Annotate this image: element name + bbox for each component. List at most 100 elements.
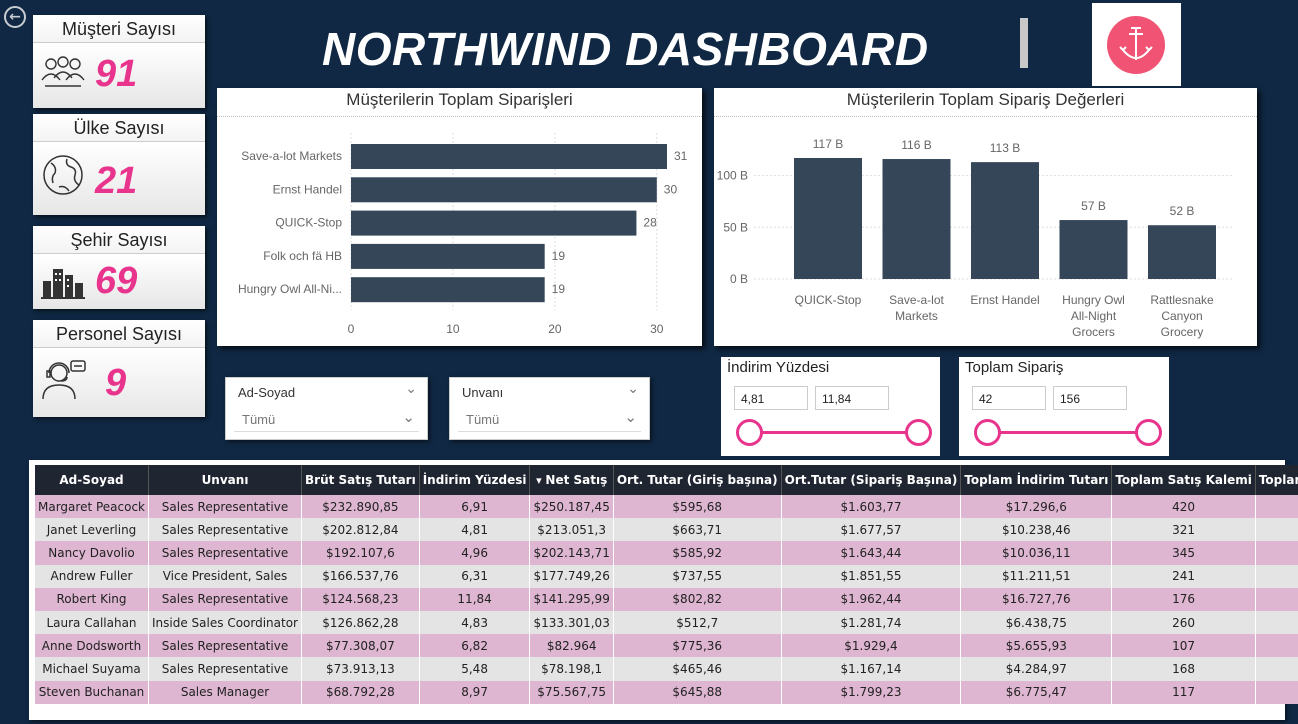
column-header[interactable]: Brüt Satış Tutarı [301, 465, 420, 495]
table-cell: 43 [1255, 634, 1298, 658]
range-max-handle[interactable] [905, 419, 932, 446]
table-row[interactable]: Nancy Davolio Sales Representative $192.10… [35, 541, 1298, 565]
range-min-input[interactable]: 4,81 [734, 386, 808, 410]
column-header[interactable]: Toplam Sipariş [1255, 465, 1298, 495]
bar[interactable] [351, 177, 657, 203]
data-label: 57 B [1081, 199, 1106, 213]
slicer-name[interactable]: Ad-Soyad ⌄ Tümü ⌄ [225, 377, 428, 440]
range-track[interactable] [749, 431, 919, 434]
x-category-label: Save-a-lot [889, 293, 944, 307]
table-cell: 156 [1255, 495, 1298, 519]
orders-bar-chart: 0 10 20 30 Save-a-lot Markets 31 Ernst Handel 3… [238, 133, 688, 336]
column-header[interactable]: Ort.Tutar (Sipariş Başına) [781, 465, 962, 495]
kpi-label: Şehir Sayısı [33, 226, 205, 254]
column-header-label: Net Satış [545, 473, 608, 487]
table-cell: $737,55 [613, 564, 782, 588]
bar[interactable] [351, 243, 545, 269]
table-cell: Steven Buchanan [35, 680, 150, 704]
table-row[interactable]: Anne Dodsworth Sales Representative $77.30… [35, 634, 1298, 658]
bar[interactable] [351, 277, 545, 303]
kpi-value: 9 [105, 362, 127, 404]
table-cell: $1.677,57 [781, 518, 962, 542]
table-cell: $465,46 [613, 657, 782, 681]
kpi-customer-count: Müşteri Sayısı 91 [33, 15, 205, 108]
table-cell: $11.211,51 [960, 564, 1113, 588]
x-category-label: Hungry Owl [1062, 293, 1125, 307]
table-cell: $645,88 [613, 680, 782, 704]
table-cell: 127 [1255, 518, 1298, 542]
table-cell: 107 [1111, 634, 1256, 658]
table-cell: $6.438,75 [960, 610, 1113, 635]
y-tick-label: 50 B [723, 220, 748, 234]
column-header-label: Toplam İndirim Tutarı [964, 473, 1109, 487]
range-min-input[interactable]: 42 [972, 386, 1046, 410]
column-header[interactable]: İndirim Yüzdesi [419, 465, 531, 495]
table-cell: $1.281,74 [781, 610, 962, 635]
table-cell: 321 [1111, 518, 1256, 542]
table-cell: $141.295,99 [529, 587, 614, 611]
table-cell: 241 [1111, 564, 1256, 588]
employee-sales-table: Ad-Soyad Unvanı Brüt Satış Tutarı İndirim Y… [29, 460, 1298, 720]
table-cell: 67 [1255, 657, 1298, 681]
bar[interactable] [351, 210, 637, 236]
column-header-label: Ort. Tutar (Giriş başına) [616, 473, 778, 487]
column-header[interactable]: Ad-Soyad [35, 465, 150, 495]
chevron-down-icon[interactable]: ⌄ [402, 408, 415, 426]
table-cell: $17.296,6 [960, 495, 1113, 519]
column-header-label: İndirim Yüzdesi [422, 473, 527, 487]
table-cell: 4,81 [419, 518, 531, 542]
table-cell: $663,71 [613, 518, 782, 542]
column-header[interactable]: Toplam İndirim Tutarı [960, 465, 1113, 495]
slicer-title[interactable]: Unvanı ⌄ Tümü ⌄ [449, 377, 650, 440]
table-row[interactable]: Robert King Sales Representative $124.568,… [35, 587, 1298, 611]
table-row[interactable]: Margaret Peacock Sales Representative $232… [35, 495, 1298, 519]
globe-icon [43, 155, 83, 195]
x-tick-label: 10 [446, 322, 460, 336]
slicer-dropdown[interactable]: Tümü ⌄ [458, 406, 641, 432]
column-header[interactable]: Toplam Satış Kalemi [1111, 465, 1256, 495]
range-min-handle[interactable] [736, 419, 763, 446]
bar[interactable] [882, 159, 951, 279]
bar[interactable] [794, 158, 862, 279]
table-cell: $82.964 [529, 634, 614, 658]
table-row[interactable]: Steven Buchanan Sales Manager $68.792,28 8,… [35, 680, 1298, 704]
table-cell: 117 [1111, 680, 1256, 704]
x-category-label: Canyon [1161, 309, 1202, 323]
discount-range-slicer: İndirim Yüzdesi 4,81 11,84 [721, 357, 940, 456]
chevron-down-icon[interactable]: ⌄ [405, 381, 417, 397]
range-track[interactable] [987, 431, 1149, 434]
range-min-handle[interactable] [974, 419, 1001, 446]
column-header[interactable]: ▾ Net Satış [529, 465, 614, 495]
table-cell: $595,68 [613, 495, 782, 519]
column-header[interactable]: Ort. Tutar (Giriş başına) [613, 465, 782, 495]
column-header-label: Unvanı [201, 473, 249, 487]
slicer-dropdown[interactable]: Tümü ⌄ [234, 406, 419, 432]
table-row[interactable]: Michael Suyama Sales Representative $73.91… [35, 657, 1298, 681]
range-max-input[interactable]: 156 [1053, 386, 1127, 410]
table-row[interactable]: Janet Leverling Sales Representative $202.… [35, 518, 1298, 542]
table-cell: Vice President, Sales [148, 564, 302, 588]
total-orders-range-slicer: Toplam Sipariş 42 156 [959, 357, 1169, 456]
bar[interactable] [971, 162, 1039, 279]
table-row[interactable]: Laura Callahan Inside Sales Coordinator $1… [35, 610, 1298, 635]
range-max-handle[interactable] [1135, 419, 1162, 446]
column-header[interactable]: Unvanı [148, 465, 302, 495]
table-row[interactable]: Andrew Fuller Vice President, Sales $166.5… [35, 564, 1298, 588]
data-label: 19 [552, 249, 566, 263]
table-cell: 123 [1255, 541, 1298, 565]
column-header-label: Ort.Tutar (Sipariş Başına) [784, 473, 958, 487]
chevron-down-icon[interactable]: ⌄ [624, 408, 637, 426]
table-cell: 345 [1111, 541, 1256, 565]
back-arrow-icon[interactable]: ← [4, 6, 26, 28]
table-cell: $16.727,76 [960, 587, 1113, 611]
chevron-down-icon[interactable]: ⌄ [627, 381, 639, 397]
dashboard-title: NORTHWIND DASHBOARD [322, 23, 929, 75]
range-max-input[interactable]: 11,84 [815, 386, 889, 410]
table-cell: $77.308,07 [301, 634, 420, 658]
table-cell: 8,97 [419, 680, 531, 704]
bar[interactable] [1148, 225, 1216, 279]
support-agent-icon [42, 360, 86, 400]
bar[interactable] [351, 144, 667, 169]
table-cell: 72 [1255, 587, 1298, 611]
bar[interactable] [1059, 220, 1128, 279]
